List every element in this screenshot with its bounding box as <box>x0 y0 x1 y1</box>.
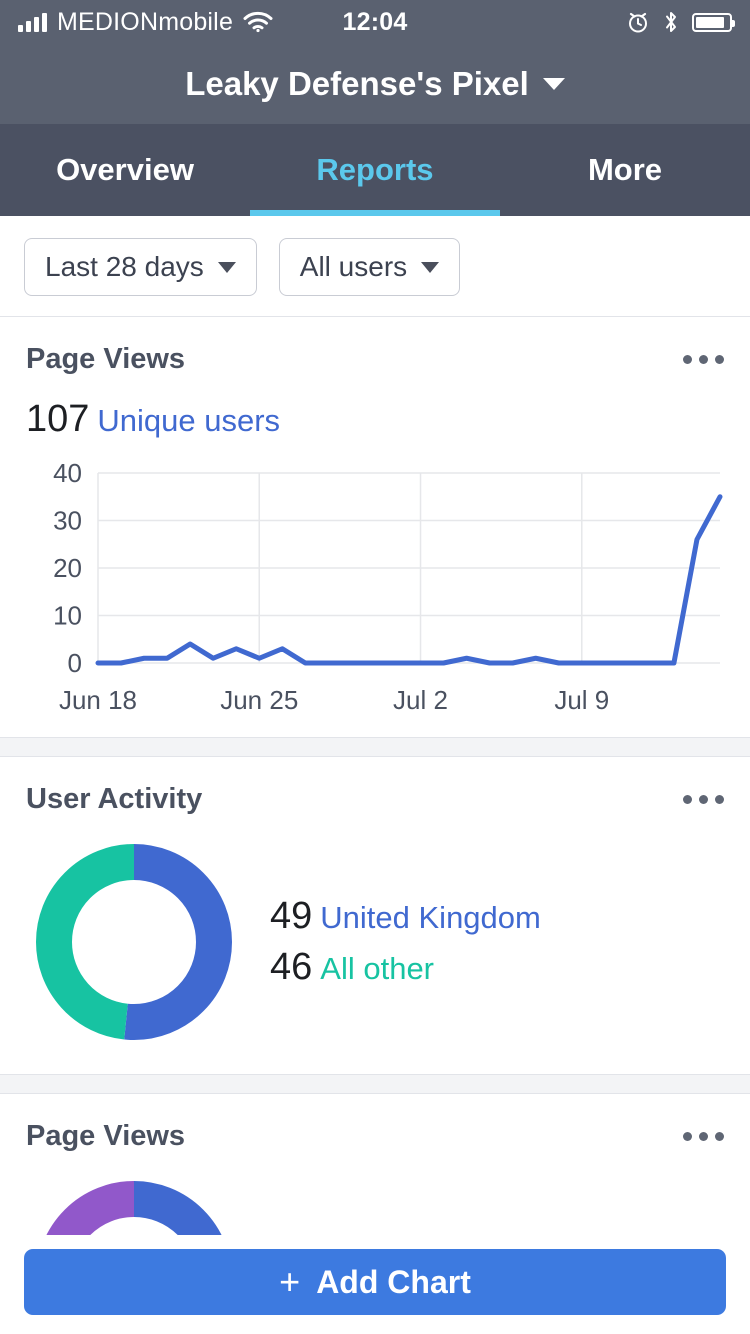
wifi-icon <box>243 11 273 33</box>
card-title: Page Views <box>26 1120 186 1152</box>
tab-more[interactable]: More <box>500 124 750 216</box>
tab-bar: Overview Reports More <box>0 124 750 216</box>
card-title: Page Views <box>26 343 186 375</box>
bluetooth-icon <box>666 12 676 32</box>
card-header: Page Views <box>0 1094 750 1153</box>
tab-overview[interactable]: Overview <box>0 124 250 216</box>
cards-scroll-area[interactable]: Page Views 107 Unique users 0 10 20 30 40 Jun… <box>0 316 750 1334</box>
page-title: Leaky Defense's Pixel <box>185 65 529 102</box>
svg-text:Jul 2: Jul 2 <box>393 685 448 715</box>
legend-item: 49 United Kingdom <box>270 895 541 938</box>
svg-text:Jun 25: Jun 25 <box>220 685 298 715</box>
line-chart: 0 10 20 30 40 Jun 18 Jun 25 Jul 2 Jul 9 <box>10 455 740 723</box>
legend-item: 46 All other <box>270 946 541 989</box>
tab-reports[interactable]: Reports <box>250 124 500 216</box>
card-metric: 107 Unique users <box>0 376 750 441</box>
overflow-menu-icon[interactable] <box>683 1120 724 1141</box>
svg-text:30: 30 <box>53 506 82 536</box>
add-chart-button[interactable]: + Add Chart <box>24 1249 726 1315</box>
svg-text:40: 40 <box>53 458 82 488</box>
carrier-name: MEDIONmobile <box>57 7 234 36</box>
card-page-views-line: Page Views 107 Unique users 0 10 20 30 40 Jun… <box>0 316 750 738</box>
audience-filter[interactable]: All users <box>278 238 461 296</box>
alarm-icon <box>629 12 647 33</box>
line-chart-svg: 0 10 20 30 40 Jun 18 Jun 25 Jul 2 Jul 9 <box>53 458 723 715</box>
add-chart-label: Add Chart <box>316 1263 471 1300</box>
date-range-filter[interactable]: Last 28 days <box>24 238 257 296</box>
svg-text:Jun 18: Jun 18 <box>59 685 137 715</box>
donut-chart-svg <box>36 844 232 1040</box>
svg-text:20: 20 <box>53 553 82 583</box>
donut-row: 49 United Kingdom 46 All other <box>0 816 750 1060</box>
plus-icon: + <box>279 1261 301 1302</box>
metric-label[interactable]: Unique users <box>97 403 280 439</box>
legend-value: 49 <box>270 895 313 937</box>
battery-icon <box>692 12 735 32</box>
legend-label[interactable]: United Kingdom <box>320 900 541 936</box>
chevron-down-icon <box>421 261 440 273</box>
card-header: User Activity <box>0 757 750 816</box>
card-user-activity-donut: User Activity 49 United Kingdom 46 All o… <box>0 756 750 1075</box>
chevron-down-icon <box>217 261 236 273</box>
status-bar: MEDIONmobile 12:04 <box>0 0 750 44</box>
legend-label[interactable]: All other <box>320 951 434 987</box>
card-header: Page Views <box>0 317 750 376</box>
audience-filter-label: All users <box>299 251 408 282</box>
signal-bars-icon <box>18 12 47 32</box>
legend-value: 46 <box>270 946 313 988</box>
date-range-filter-label: Last 28 days <box>45 251 204 282</box>
donut-legend: 49 United Kingdom 46 All other <box>270 895 541 989</box>
overflow-menu-icon[interactable] <box>683 783 724 804</box>
donut-chart <box>26 834 242 1050</box>
status-bar-right <box>626 10 735 34</box>
chevron-down-icon[interactable] <box>542 78 565 90</box>
bottom-action-bar: + Add Chart <box>0 1235 750 1334</box>
svg-text:10: 10 <box>53 601 82 631</box>
app-root: MEDIONmobile 12:04 Leaky Defense's Pixel… <box>0 0 750 1334</box>
overflow-menu-icon[interactable] <box>683 343 724 364</box>
svg-text:0: 0 <box>68 648 82 678</box>
metric-value: 107 <box>26 398 90 440</box>
status-bar-left: MEDIONmobile <box>18 8 626 37</box>
app-title-bar[interactable]: Leaky Defense's Pixel <box>0 44 750 124</box>
card-title: User Activity <box>26 783 203 815</box>
filter-bar: Last 28 days All users <box>0 216 750 318</box>
svg-text:Jul 9: Jul 9 <box>554 685 609 715</box>
